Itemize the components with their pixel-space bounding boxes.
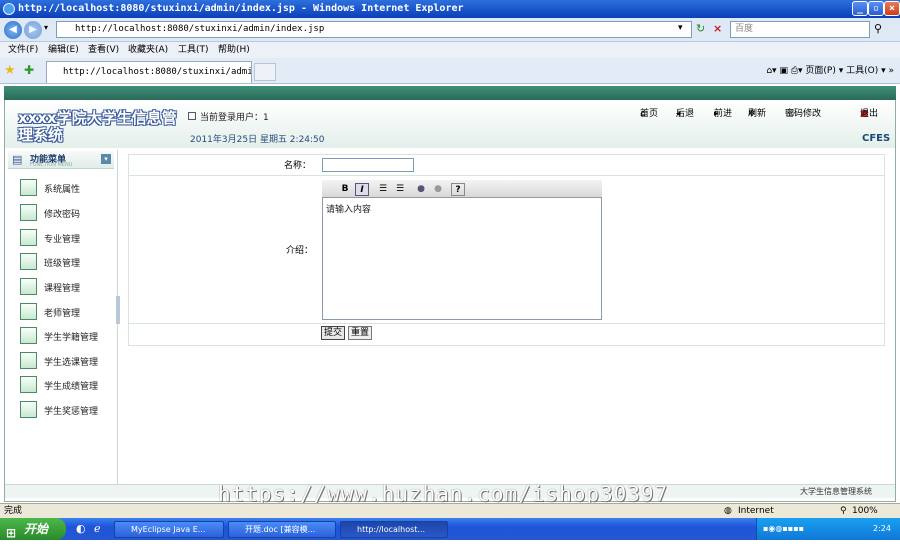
name-label: 名称： bbox=[284, 161, 312, 171]
close-window-button[interactable]: × bbox=[884, 1, 900, 16]
ordered-list-icon[interactable]: ☰ bbox=[376, 183, 390, 196]
task-myeclipse[interactable]: MyEclipse Java E... bbox=[114, 521, 224, 538]
add-favorite-icon[interactable]: ✚ bbox=[24, 63, 34, 77]
date-display: 2011年3月25日 星期五 2:24:50 bbox=[190, 135, 325, 145]
quicklaunch-ie-icon[interactable]: ℯ bbox=[94, 522, 101, 535]
user-icon bbox=[20, 376, 37, 393]
sidebar-item-student-status[interactable]: 学生学籍管理 bbox=[20, 326, 116, 346]
user-icon bbox=[20, 401, 37, 418]
sidebar-item-course-select[interactable]: 学生选课管理 bbox=[20, 351, 116, 371]
menu-view[interactable]: 查看(V) bbox=[88, 42, 119, 58]
intro-label: 介绍： bbox=[286, 246, 314, 256]
user-icon bbox=[20, 179, 37, 196]
rich-text-editor[interactable] bbox=[322, 180, 602, 320]
url-dropdown-icon[interactable]: ▾ bbox=[678, 23, 683, 33]
window-title-bar: http://localhost:8080/stuxinxi/admin/ind… bbox=[0, 0, 900, 18]
task-word[interactable]: 开题.doc [兼容模... bbox=[228, 521, 336, 538]
search-icon[interactable]: ⚲ bbox=[874, 22, 882, 35]
print-icon[interactable]: ⎙▾ bbox=[791, 66, 806, 76]
task-ie[interactable]: http://localhost... bbox=[340, 521, 448, 538]
windows-logo-icon: ⊞ bbox=[6, 526, 17, 540]
sidebar-item-rewards[interactable]: 学生奖惩管理 bbox=[20, 400, 116, 420]
menu-edit[interactable]: 编辑(E) bbox=[48, 42, 79, 58]
feeds-icon[interactable]: ▣ bbox=[779, 66, 790, 76]
status-text: 完成 bbox=[4, 506, 23, 516]
url-input[interactable]: http://localhost:8080/stuxinxi/admin/ind… bbox=[56, 21, 692, 38]
menu-bar: 文件(F) 编辑(E) 查看(V) 收藏夹(A) 工具(T) 帮助(H) bbox=[0, 42, 900, 58]
refresh-icon[interactable]: ↻ bbox=[696, 22, 705, 35]
menu-file[interactable]: 文件(F) bbox=[8, 42, 38, 58]
sidebar-item-major[interactable]: 专业管理 bbox=[20, 228, 116, 248]
maximize-button[interactable]: ▫ bbox=[868, 1, 884, 16]
user-icon bbox=[20, 327, 37, 344]
user-icon bbox=[20, 303, 37, 320]
sidebar-item-teacher[interactable]: 老师管理 bbox=[20, 302, 116, 322]
user-icon bbox=[20, 204, 37, 221]
app-title: xxxx学院大学生信息管理系统 bbox=[18, 109, 177, 144]
tab-bar: ★ ✚ http://localhost:8080/stuxinxi/admin… bbox=[0, 58, 900, 84]
italic-icon[interactable]: I bbox=[355, 183, 369, 196]
page-top-strip bbox=[4, 86, 896, 100]
history-dropdown-icon[interactable]: ▾ bbox=[44, 23, 48, 32]
user-icon bbox=[20, 229, 37, 246]
system-tray: ▪◉◍▪▪▪▪ 2:24 bbox=[756, 518, 900, 540]
address-bar: ◀ ▶ ▾ http://localhost:8080/stuxinxi/adm… bbox=[0, 18, 900, 42]
submit-button[interactable]: 提交 bbox=[321, 326, 345, 340]
forward-button[interactable]: ▶ bbox=[24, 21, 42, 39]
ie-command-bar: ⌂▾ ▣ ⎙▾ 页面(P) ▾ 工具(O) ▾ » bbox=[766, 66, 894, 76]
tools-menu[interactable]: 工具(O) bbox=[846, 66, 878, 76]
new-tab-button[interactable] bbox=[254, 63, 276, 81]
zoom-level[interactable]: 100% bbox=[852, 504, 878, 518]
stop-icon[interactable]: × bbox=[713, 22, 722, 35]
footer-label: 大学生信息管理系统 bbox=[800, 487, 872, 496]
zone-icon: ◍ bbox=[724, 506, 732, 516]
name-input[interactable] bbox=[322, 158, 414, 172]
link-icon[interactable]: ● bbox=[414, 183, 428, 196]
sidebar-item-class[interactable]: 班级管理 bbox=[20, 252, 116, 272]
ie-logo-icon bbox=[3, 3, 15, 15]
sidebar-item-password[interactable]: 修改密码 bbox=[20, 203, 116, 223]
bold-icon[interactable]: B bbox=[338, 183, 352, 196]
tray-icons[interactable]: ▪◉◍▪▪▪▪ bbox=[763, 518, 804, 540]
start-button[interactable]: ⊞ 开始 bbox=[0, 518, 66, 540]
menu-favorites[interactable]: 收藏夹(A) bbox=[128, 42, 168, 58]
sidebar-subtitle: FUNCTION MENU bbox=[30, 162, 73, 168]
home-icon[interactable]: ⌂▾ bbox=[766, 66, 779, 76]
editor-content[interactable]: 请输入内容 bbox=[326, 202, 371, 215]
form-row-name bbox=[128, 154, 885, 176]
menu-tools[interactable]: 工具(T) bbox=[178, 42, 209, 58]
minimize-button[interactable]: _ bbox=[852, 1, 868, 16]
zone-label: Internet bbox=[738, 506, 774, 516]
unordered-list-icon[interactable]: ☰ bbox=[393, 183, 407, 196]
clock: 2:24 bbox=[873, 524, 891, 533]
user-icon bbox=[20, 352, 37, 369]
sidebar-item-course[interactable]: 课程管理 bbox=[20, 277, 116, 297]
zoom-icon: ⚲ bbox=[840, 506, 847, 516]
current-user-label: 当前登录用户：1 bbox=[200, 113, 269, 123]
back-button[interactable]: ◀ bbox=[4, 21, 22, 39]
start-label: 开始 bbox=[24, 522, 49, 536]
unlink-icon[interactable]: ● bbox=[431, 183, 445, 196]
window-title: http://localhost:8080/stuxinxi/admin/ind… bbox=[18, 3, 464, 14]
search-input[interactable]: 百度 bbox=[730, 21, 870, 38]
current-user: 当前登录用户：1 bbox=[188, 110, 269, 123]
menu-help[interactable]: 帮助(H) bbox=[218, 42, 250, 58]
sidebar-item-grades[interactable]: 学生成绩管理 bbox=[20, 375, 116, 395]
cfes-logo: CFES bbox=[862, 133, 891, 144]
reset-button[interactable]: 重置 bbox=[348, 326, 372, 340]
favorites-star-icon[interactable]: ★ bbox=[4, 63, 16, 78]
sidebar-splitter[interactable] bbox=[116, 296, 120, 324]
user-icon bbox=[20, 278, 37, 295]
user-icon bbox=[20, 253, 37, 270]
collapse-icon[interactable]: ▾ bbox=[101, 154, 111, 164]
page-menu[interactable]: 页面(P) bbox=[805, 66, 835, 76]
browser-tab[interactable]: http://localhost:8080/stuxinxi/admin/ind… bbox=[46, 61, 252, 83]
help-icon[interactable]: ? bbox=[451, 183, 465, 196]
menu-folder-icon: ▤ bbox=[12, 153, 23, 166]
sidebar-item-system[interactable]: 系统属性 bbox=[20, 178, 116, 198]
quicklaunch-icon[interactable]: ◐ bbox=[76, 522, 86, 535]
user-icon bbox=[188, 112, 196, 120]
status-bar: 完成 ◍ Internet ⚲ 100% bbox=[0, 503, 900, 518]
